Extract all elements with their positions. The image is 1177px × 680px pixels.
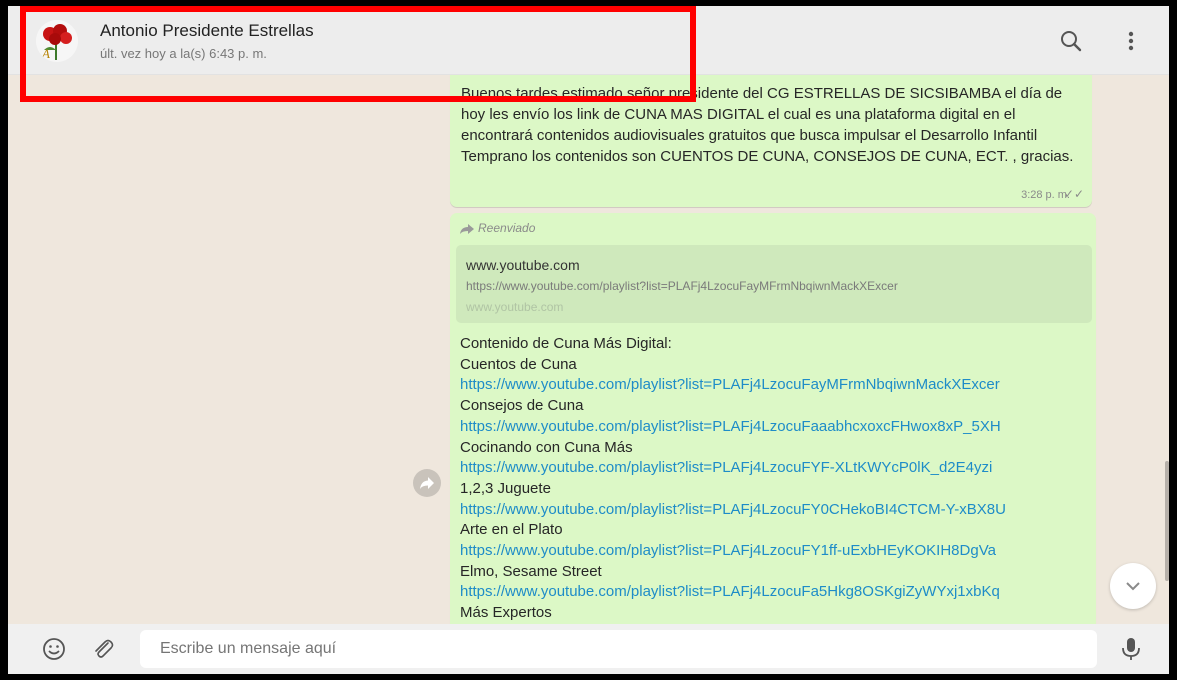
message-line: Elmo, Sesame Street — [460, 562, 602, 580]
scrollbar[interactable] — [1165, 461, 1169, 581]
playlist-link[interactable]: https://www.youtube.com/playlist?list=PL… — [460, 541, 1090, 562]
menu-icon[interactable] — [1118, 28, 1144, 54]
message-line: Más Expertos — [460, 604, 552, 622]
contact-name[interactable]: Antonio Presidente Estrellas — [100, 21, 314, 41]
message-line: Cocinando con Cuna Más — [460, 438, 633, 456]
message-input[interactable] — [140, 630, 1097, 668]
forward-arrow-icon — [460, 223, 474, 234]
playlist-link[interactable]: https://www.youtube.com/playlist?list=PL… — [460, 417, 1090, 438]
attach-icon[interactable] — [90, 636, 116, 662]
chat-header[interactable]: A Antonio Presidente Estrellas últ. vez … — [8, 6, 1169, 75]
svg-text:A: A — [41, 46, 50, 61]
last-seen-status: últ. vez hoy a la(s) 6:43 p. m. — [100, 46, 267, 61]
message-line: Contenido de Cuna Más Digital: — [460, 335, 672, 352]
forward-share-icon[interactable] — [413, 469, 441, 497]
search-icon[interactable] — [1058, 28, 1084, 54]
forwarded-label: Reenviado — [460, 221, 535, 235]
playlist-link[interactable]: https://www.youtube.com/playlist?list=PL… — [460, 375, 1090, 396]
message-line: Consejos de Cuna — [460, 397, 584, 415]
link-preview[interactable]: www.youtube.com https://www.youtube.com/… — [456, 245, 1092, 323]
compose-bar — [8, 624, 1169, 674]
forwarded-message-bubble[interactable]: Reenviado www.youtube.com https://www.yo… — [450, 213, 1096, 624]
playlist-link[interactable]: https://www.youtube.com/playlist?list=PL… — [460, 458, 1090, 479]
message-body: Contenido de Cuna Más Digital: Cuentos d… — [460, 334, 1090, 624]
emoji-icon[interactable] — [41, 636, 67, 662]
message-line: Cuentos de Cuna — [460, 355, 577, 373]
link-preview-domain: www.youtube.com — [466, 300, 564, 314]
message-bubble[interactable]: Buenos tardes estimado señor presidente … — [450, 75, 1092, 207]
forwarded-text: Reenviado — [478, 221, 536, 235]
avatar[interactable]: A — [36, 20, 78, 62]
message-line: 1,2,3 Juguete — [460, 479, 551, 497]
message-line: Arte en el Plato — [460, 521, 563, 539]
playlist-link[interactable]: https://www.youtube.com/playlist?list=PL… — [460, 500, 1090, 521]
link-preview-title: www.youtube.com — [466, 257, 580, 273]
message-time: 3:28 p. m. — [1021, 189, 1070, 201]
chevron-down-icon — [1126, 582, 1140, 591]
chat-window: A Antonio Presidente Estrellas últ. vez … — [8, 6, 1169, 674]
scroll-down-button[interactable] — [1110, 563, 1156, 609]
message-text: Buenos tardes estimado señor presidente … — [461, 85, 1074, 165]
link-preview-url: https://www.youtube.com/playlist?list=PL… — [466, 279, 898, 293]
message-list[interactable]: Buenos tardes estimado señor presidente … — [8, 75, 1169, 624]
mic-icon[interactable] — [1118, 636, 1144, 662]
rose-avatar-image: A — [36, 20, 78, 62]
double-check-icon: ✓✓ — [1063, 187, 1084, 201]
playlist-link[interactable]: https://www.youtube.com/playlist?list=PL… — [460, 582, 1090, 603]
